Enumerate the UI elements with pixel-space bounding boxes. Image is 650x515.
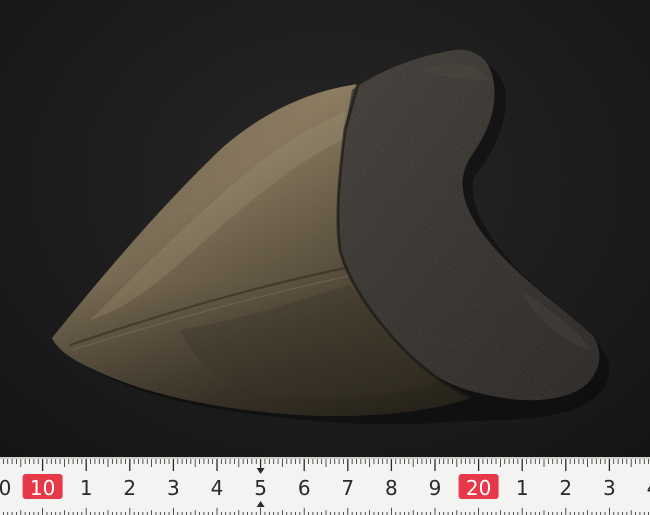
ruler-label: 3 (167, 476, 180, 500)
ruler-label: 10 (30, 476, 55, 500)
photo-stage: 0 10 1 2 3 4 5 6 7 8 9 20 1 2 3 4 (0, 0, 650, 515)
ruler-label: 9 (429, 476, 442, 500)
measuring-ruler: 0 10 1 2 3 4 5 6 7 8 9 20 1 2 3 4 (0, 457, 650, 515)
ruler-label: 1 (80, 476, 93, 500)
ruler-label: 6 (298, 476, 311, 500)
ruler-label: 3 (603, 476, 616, 500)
ruler-label: 20 (466, 476, 491, 500)
ruler-label: 5 (254, 476, 267, 500)
ruler-label: 8 (385, 476, 398, 500)
ruler-label: 4 (211, 476, 224, 500)
ruler-label: 0 (0, 476, 11, 500)
ruler-label: 7 (341, 476, 354, 500)
fossil-tooth-photo: 0 10 1 2 3 4 5 6 7 8 9 20 1 2 3 4 (0, 0, 650, 515)
ruler-label: 1 (516, 476, 529, 500)
ruler-label: 4 (647, 476, 650, 500)
ruler-label: 2 (559, 476, 572, 500)
ruler-label: 2 (123, 476, 136, 500)
